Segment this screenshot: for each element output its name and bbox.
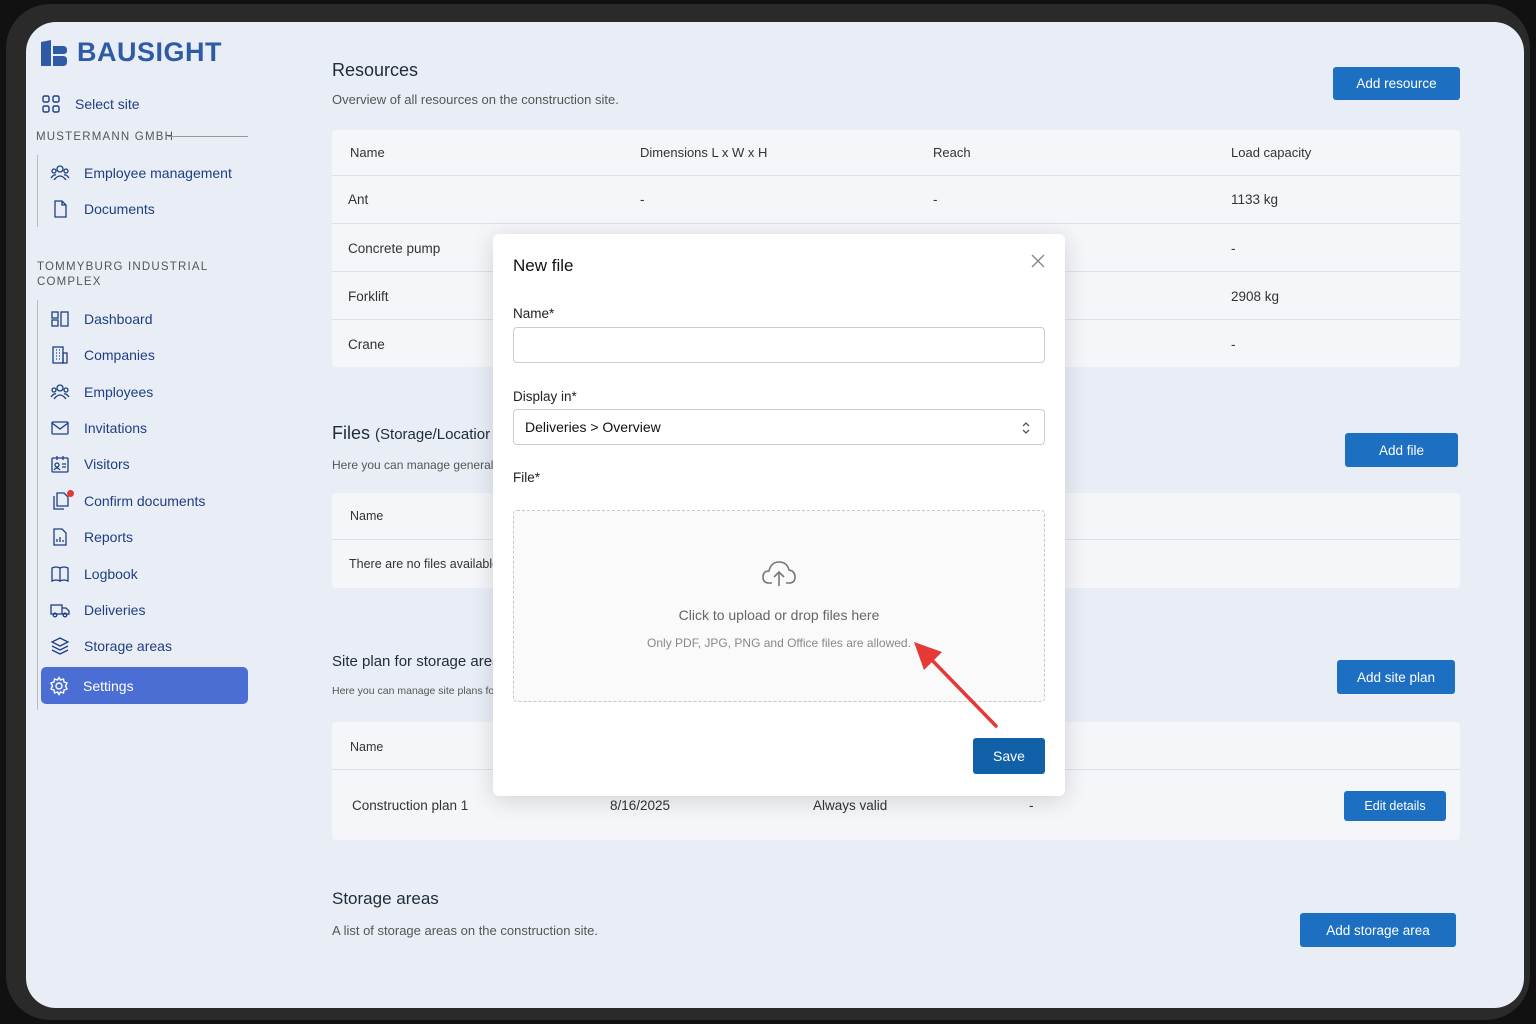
column-header[interactable]: Name — [350, 145, 385, 160]
upload-text: Click to upload or drop files here — [678, 607, 880, 623]
resource-load: - — [1231, 241, 1236, 256]
app-screen: BAUSIGHT Select site MUSTERMANN GMBH Emp… — [26, 22, 1524, 1008]
files-title: Files (Storage/Locatior — [332, 423, 490, 444]
site-plan-name: Construction plan 1 — [352, 798, 469, 813]
resource-reach: - — [933, 192, 938, 207]
select-arrows-icon — [1022, 422, 1030, 434]
cloud-upload-icon — [762, 561, 796, 586]
add-storage-area-button[interactable]: Add storage area — [1300, 913, 1456, 947]
column-header[interactable]: Load capacity — [1231, 145, 1311, 160]
resource-name: Ant — [348, 192, 369, 207]
site-plan-title: Site plan for storage areas — [332, 653, 508, 670]
column-header[interactable]: Dimensions L x W x H — [640, 145, 767, 160]
empty-state: There are no files available. — [349, 557, 503, 571]
resource-dimensions: - — [640, 192, 645, 207]
close-icon[interactable] — [1029, 252, 1047, 270]
edit-details-button[interactable]: Edit details — [1344, 791, 1446, 821]
add-file-button[interactable]: Add file — [1345, 433, 1458, 467]
site-plan-extra: - — [1029, 798, 1034, 813]
file-label: File* — [513, 470, 541, 485]
column-header[interactable]: Name — [350, 740, 383, 754]
resource-load: 2908 kg — [1231, 289, 1280, 304]
storage-areas-subtitle: A list of storage areas on the construct… — [332, 923, 598, 938]
name-label: Name* — [513, 306, 555, 321]
resources-title: Resources — [332, 60, 419, 80]
resource-load: - — [1231, 337, 1236, 352]
add-site-plan-button[interactable]: Add site plan — [1337, 660, 1455, 694]
add-resource-button[interactable]: Add resource — [1333, 67, 1460, 100]
resource-name: Forklift — [348, 289, 389, 304]
modal-title: New file — [513, 256, 574, 275]
resources-subtitle: Overview of all resources on the constru… — [332, 92, 619, 107]
display-in-label: Display in* — [513, 389, 577, 404]
table-row[interactable]: Ant - - 1133 kg — [332, 175, 1460, 223]
files-title-text: Files — [332, 423, 371, 443]
resource-name: Crane — [348, 337, 385, 352]
site-plan-validity: Always valid — [813, 798, 888, 813]
site-plan-subtitle: Here you can manage site plans for stor — [332, 685, 519, 697]
site-plan-date: 8/16/2025 — [610, 798, 671, 813]
resource-name: Concrete pump — [348, 241, 441, 256]
display-in-select[interactable]: Deliveries > Overview — [513, 409, 1045, 445]
files-subtitle: Here you can manage general fil — [332, 458, 506, 472]
column-header[interactable]: Reach — [933, 145, 971, 160]
device-frame: BAUSIGHT Select site MUSTERMANN GMBH Emp… — [6, 4, 1530, 1020]
name-input[interactable] — [513, 327, 1045, 363]
column-header[interactable]: Name — [350, 509, 383, 523]
save-button[interactable]: Save — [973, 738, 1045, 774]
files-title-suffix: (Storage/Locatior — [375, 426, 491, 443]
storage-areas-title: Storage areas — [332, 889, 439, 908]
display-in-value: Deliveries > Overview — [525, 419, 661, 435]
annotation-arrow-icon — [914, 642, 998, 728]
resource-load: 1133 kg — [1231, 192, 1279, 207]
